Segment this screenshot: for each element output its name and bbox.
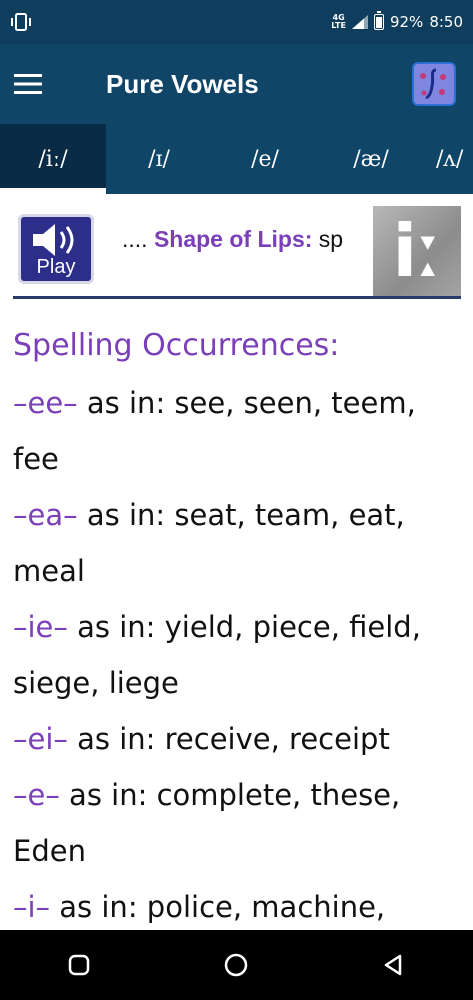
lips-label: Shape of Lips:	[153, 226, 313, 252]
home-icon	[225, 953, 248, 977]
recents-button[interactable]	[59, 945, 99, 985]
hamburger-icon	[14, 74, 42, 94]
back-icon	[384, 954, 402, 976]
system-nav-bar	[0, 930, 473, 1000]
divider	[13, 296, 461, 299]
battery-icon	[373, 11, 384, 30]
phoneme-tabs: /iː/ /ɪ/ /e/ /æ/ /ʌ/	[0, 124, 473, 194]
ipa-logo-icon[interactable]	[412, 62, 456, 106]
occurrence-item: –ea– as in: seat, team, eat, meal	[13, 498, 405, 588]
tab-partial[interactable]: /ʌ/	[424, 124, 473, 194]
tab-ae[interactable]: /æ/	[318, 124, 424, 194]
section-heading: Spelling Occurrences:	[13, 328, 340, 363]
clock: 8:50	[429, 13, 463, 31]
page-title: Pure Vowels	[106, 68, 259, 99]
occurrence-item: –e– as in: complete, these, Eden	[13, 778, 401, 868]
speaker-icon	[33, 224, 74, 256]
tab-i-short[interactable]: /ɪ/	[106, 124, 212, 194]
home-button[interactable]	[216, 945, 256, 985]
occurrence-item: –i– as in: police, machine,	[13, 890, 386, 924]
network-type: 4G LTE	[331, 13, 346, 30]
play-label: Play	[36, 256, 76, 278]
lips-shape-text: .... Shape of Lips: sp	[122, 226, 343, 253]
play-button[interactable]: Play	[18, 214, 94, 284]
back-button[interactable]	[374, 945, 414, 985]
lips-row: Play .... Shape of Lips: sp iː	[0, 194, 473, 302]
occurrence-item: –ee– as in: see, seen, teem, fee	[13, 386, 416, 476]
menu-button[interactable]	[14, 44, 70, 124]
app-screen: 4G LTE 92% 8:50 Pure Vowels /iː/ /ɪ/ /e/…	[0, 0, 473, 1000]
occurrence-item: –ei– as in: receive, receipt	[13, 722, 390, 756]
lips-value: sp	[318, 226, 344, 252]
status-bar: 4G LTE 92% 8:50	[0, 0, 473, 44]
tab-i-long[interactable]: /iː/	[0, 124, 106, 194]
recents-icon	[68, 954, 90, 976]
vibrate-icon	[11, 13, 31, 31]
lips-prefix: ....	[122, 226, 148, 252]
signal-icon	[351, 15, 368, 29]
spelling-content: Spelling Occurrences: –ee– as in: see, s…	[13, 318, 465, 935]
battery-percent: 92%	[389, 13, 424, 31]
phoneme-symbol-image: iː	[373, 206, 461, 296]
tab-e[interactable]: /e/	[212, 124, 318, 194]
occurrence-item: –ie– as in: yield, piece, field, siege, …	[13, 610, 421, 700]
app-bar: Pure Vowels	[0, 44, 473, 124]
